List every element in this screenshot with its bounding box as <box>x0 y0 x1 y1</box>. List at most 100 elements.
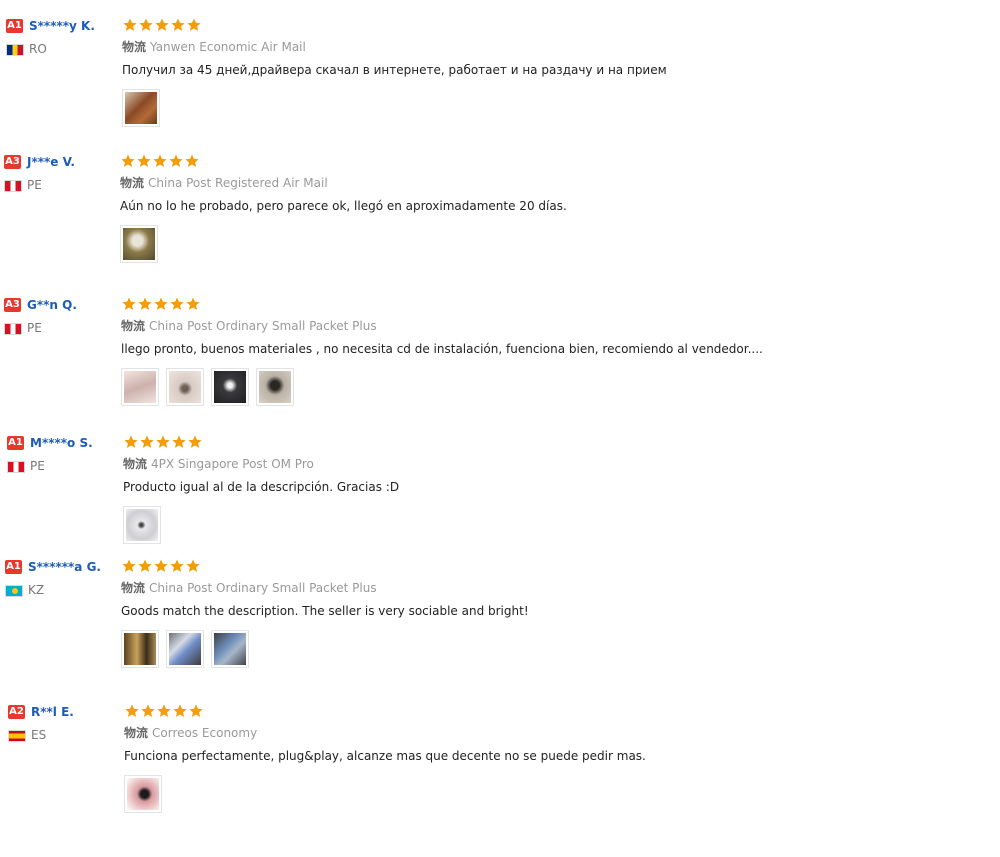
country-code: PE <box>27 178 42 192</box>
reviewer-name: J***e V. <box>27 154 75 169</box>
buyer-level-badge: A1 <box>7 435 24 450</box>
shipping-method: Correos Economy <box>152 726 258 740</box>
photo-thumbnail[interactable] <box>211 368 249 406</box>
star-icon <box>154 17 170 33</box>
review-photos <box>121 630 529 668</box>
photo-thumbnail[interactable] <box>124 775 162 813</box>
photo-thumbnail[interactable] <box>121 368 159 406</box>
photo-image <box>125 92 157 124</box>
reviewer-country: PE <box>4 178 42 192</box>
reviewer-name: S*****y K. <box>29 18 95 33</box>
shipping-method: China Post Registered Air Mail <box>148 176 328 190</box>
star-icon <box>120 153 136 169</box>
star-icon <box>186 17 202 33</box>
photo-image <box>124 371 156 403</box>
star-icon <box>153 558 169 574</box>
country-code: PE <box>27 321 42 335</box>
shipping-method: Yanwen Economic Air Mail <box>150 40 306 54</box>
review-text: Producto igual al de la descripción. Gra… <box>123 480 400 494</box>
photo-image <box>169 371 201 403</box>
review-photos <box>124 775 646 813</box>
photo-image <box>169 633 201 665</box>
photo-thumbnail[interactable] <box>120 225 158 263</box>
photo-image <box>214 371 246 403</box>
reviewer-info: A3 J***e V. <box>4 151 75 170</box>
star-icon <box>171 434 187 450</box>
photo-image <box>124 633 156 665</box>
reviewer-info: A1 S******a G. <box>5 556 101 575</box>
review-content: 物流 4PX Singapore Post OM Pro Producto igua… <box>123 434 399 544</box>
star-icon <box>124 703 140 719</box>
star-icon <box>155 434 171 450</box>
photo-image <box>126 509 158 541</box>
star-icon <box>139 434 155 450</box>
reviewer-country: ES <box>8 728 46 742</box>
flag-icon <box>4 179 22 192</box>
logistics-info: 物流 Yanwen Economic Air Mail <box>122 39 667 55</box>
logistics-info: 物流 4PX Singapore Post OM Pro <box>123 456 399 472</box>
reviewer-name: R**l E. <box>31 704 74 719</box>
review-photos <box>122 89 667 127</box>
reviewer-country: PE <box>4 321 42 335</box>
star-icon <box>136 153 152 169</box>
review-photos <box>120 225 567 263</box>
review-content: 物流 Correos Economy Funciona perfectamente,… <box>124 703 646 813</box>
reviewer-name: G**n Q. <box>27 297 77 312</box>
star-rating <box>123 434 399 450</box>
review-text: llego pronto, buenos materiales , no nec… <box>121 342 763 356</box>
flag-icon <box>7 460 25 473</box>
logistics-info: 物流 China Post Ordinary Small Packet Plus <box>121 580 529 596</box>
logistics-info: 物流 China Post Ordinary Small Packet Plus <box>121 318 763 334</box>
flag-icon <box>4 322 22 335</box>
star-icon <box>172 703 188 719</box>
review-content: 物流 China Post Ordinary Small Packet Plus G… <box>121 558 529 668</box>
star-icon <box>169 296 185 312</box>
star-icon <box>170 17 186 33</box>
photo-thumbnail[interactable] <box>166 630 204 668</box>
logistics-label: 物流 <box>120 176 145 190</box>
star-rating <box>120 153 567 169</box>
reviewer-name: S******a G. <box>28 559 101 574</box>
review-photos <box>123 506 399 544</box>
buyer-level-badge: A2 <box>8 704 25 719</box>
logistics-label: 物流 <box>121 319 146 333</box>
logistics-label: 物流 <box>123 457 148 471</box>
flag-icon <box>5 584 23 597</box>
photo-thumbnail[interactable] <box>256 368 294 406</box>
star-icon <box>169 558 185 574</box>
star-rating <box>124 703 646 719</box>
logistics-label: 物流 <box>121 581 146 595</box>
reviewer-info: A3 G**n Q. <box>4 294 77 313</box>
photo-thumbnail[interactable] <box>122 89 160 127</box>
reviewer-name: M****o S. <box>30 435 93 450</box>
star-icon <box>188 703 204 719</box>
star-icon <box>137 558 153 574</box>
star-icon <box>185 296 201 312</box>
logistics-info: 物流 Correos Economy <box>124 725 646 741</box>
shipping-method: China Post Ordinary Small Packet Plus <box>149 319 377 333</box>
photo-image <box>127 778 159 810</box>
photo-image <box>123 228 155 260</box>
photo-thumbnail[interactable] <box>123 506 161 544</box>
shipping-method: 4PX Singapore Post OM Pro <box>151 457 314 471</box>
reviewer-info: A1 M****o S. <box>7 432 93 451</box>
star-icon <box>138 17 154 33</box>
photo-thumbnail[interactable] <box>121 630 159 668</box>
star-icon <box>153 296 169 312</box>
review-text: Funciona perfectamente, plug&play, alcan… <box>124 749 646 763</box>
review-content: 物流 China Post Ordinary Small Packet Plus l… <box>121 296 763 406</box>
country-code: KZ <box>28 583 45 597</box>
logistics-label: 物流 <box>124 726 149 740</box>
star-icon <box>121 296 137 312</box>
reviewer-info: A1 S*****y K. <box>6 15 95 34</box>
reviewer-info: A2 R**l E. <box>8 701 74 720</box>
photo-thumbnail[interactable] <box>211 630 249 668</box>
photo-thumbnail[interactable] <box>166 368 204 406</box>
country-code: RO <box>29 42 47 56</box>
star-icon <box>156 703 172 719</box>
star-icon <box>184 153 200 169</box>
star-rating <box>121 558 529 574</box>
star-icon <box>122 17 138 33</box>
star-icon <box>123 434 139 450</box>
country-code: PE <box>30 459 45 473</box>
